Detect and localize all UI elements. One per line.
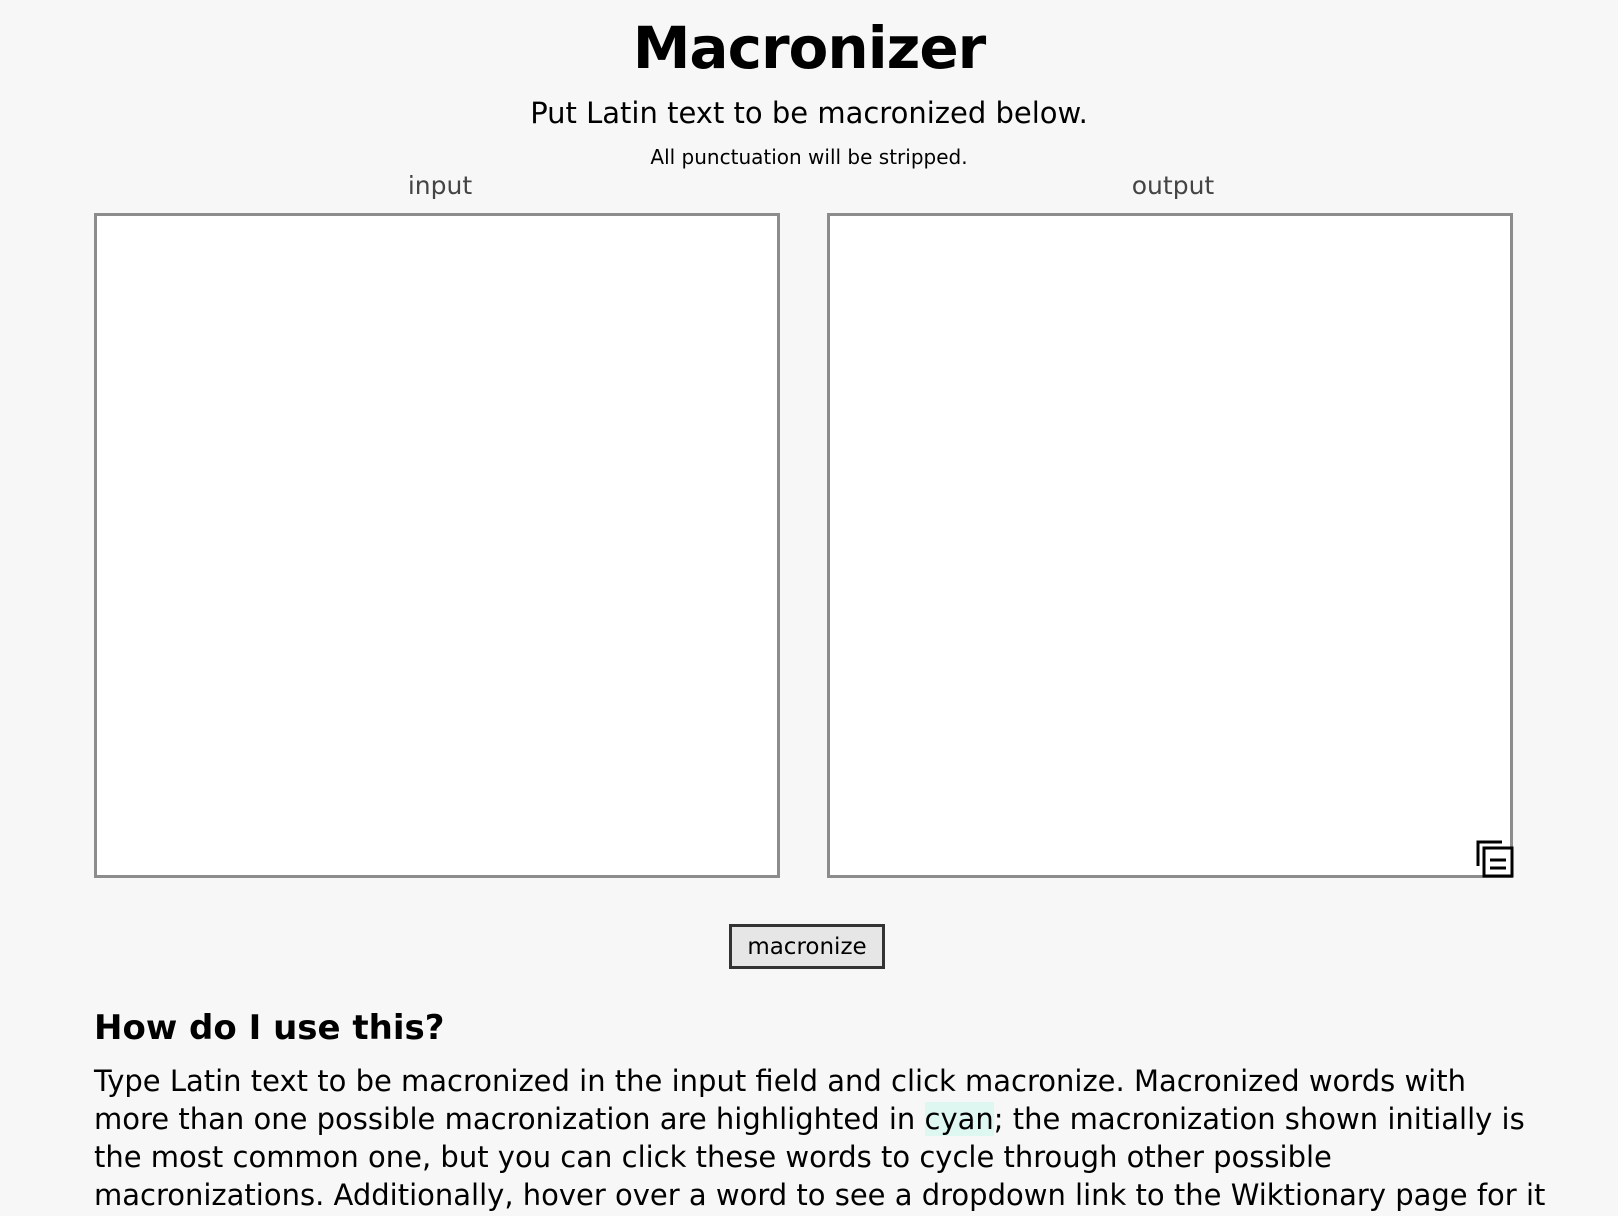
page: Macronizer Put Latin text to be macroniz… (0, 0, 1618, 1216)
output-box[interactable] (827, 213, 1513, 878)
help-line-2-start: more than one possible macronization are… (94, 1102, 925, 1136)
copy-icon[interactable] (1474, 838, 1516, 880)
help-line-3: the most common one, but you can click t… (94, 1140, 1332, 1174)
help-line-2-end: ; the macronization shown initially is (993, 1102, 1525, 1136)
input-textarea[interactable] (94, 213, 780, 878)
cyan-highlight-example: cyan (924, 1102, 994, 1136)
macronize-button[interactable]: macronize (729, 924, 885, 969)
page-title: Macronizer (632, 14, 987, 82)
help-text: Type Latin text to be macronized in the … (94, 1062, 1546, 1214)
help-line-1: Type Latin text to be macronized in the … (94, 1064, 1466, 1098)
help-line-4: macronizations. Additionally, hover over… (94, 1178, 1546, 1212)
help-line-2: more than one possible macronization are… (94, 1100, 1534, 1138)
punctuation-note: All punctuation will be stripped. (650, 145, 968, 169)
help-heading: How do I use this? (94, 1008, 445, 1048)
page-subtitle: Put Latin text to be macronized below. (530, 96, 1088, 130)
output-label: output (1131, 171, 1215, 200)
input-label: input (407, 171, 473, 200)
